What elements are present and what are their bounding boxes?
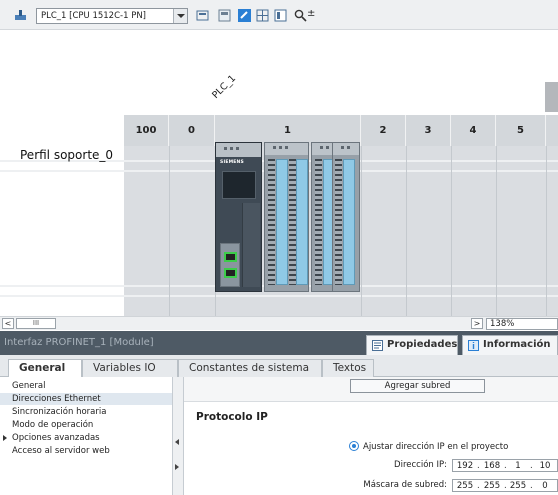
nav-item-modo-operacion[interactable]: Modo de operación bbox=[0, 419, 172, 431]
scroll-right-button[interactable]: > bbox=[471, 318, 483, 329]
slot-number: 4 bbox=[451, 115, 496, 146]
grid-icon[interactable] bbox=[256, 9, 269, 22]
slot-divider bbox=[169, 146, 170, 319]
info-icon bbox=[468, 340, 479, 351]
device-select-value: PLC_1 [CPU 1512C-1 PN] bbox=[41, 11, 147, 21]
slot-number: 3 bbox=[406, 115, 451, 146]
radio-label: Ajustar dirección IP en el proyecto bbox=[363, 442, 509, 452]
inspector-sub-tabs: General Variables IO Constantes de siste… bbox=[0, 355, 558, 378]
nav-item-servidor-web[interactable]: Acceso al servidor web bbox=[0, 445, 172, 457]
slot-number: 100 bbox=[124, 115, 169, 146]
scroll-marker-icon bbox=[175, 439, 179, 445]
zoom-toggle-glyph[interactable]: ± bbox=[307, 8, 315, 19]
nav-item-opciones-avanzadas[interactable]: Opciones avanzadas bbox=[0, 432, 172, 444]
tab-propiedades[interactable]: Propiedades bbox=[366, 335, 458, 355]
device-select[interactable]: PLC_1 [CPU 1512C-1 PN] bbox=[36, 8, 188, 24]
expand-arrow-icon[interactable] bbox=[3, 435, 7, 441]
cpu-display bbox=[222, 171, 256, 199]
inspector-title: Interfaz PROFINET_1 [Module] bbox=[4, 337, 154, 348]
canvas-horizontal-scrollbar[interactable]: < III > 138% bbox=[0, 316, 558, 330]
show-tags-icon[interactable] bbox=[238, 9, 251, 22]
rack-name: Perfil soporte_0 bbox=[20, 148, 114, 162]
subnet-mask-label: Máscara de subred: bbox=[363, 480, 447, 490]
set-ip-in-project-radio[interactable] bbox=[349, 441, 359, 451]
tab-label: Información bbox=[483, 339, 551, 350]
slot-number: 5 bbox=[496, 115, 546, 146]
rail-line bbox=[0, 170, 124, 172]
collapsed-panel-marker bbox=[545, 82, 558, 112]
device-label: PLC_1 bbox=[210, 73, 239, 101]
ip-address-label: Dirección IP: bbox=[394, 460, 447, 470]
slot-number: 0 bbox=[169, 115, 215, 146]
add-subnet-button[interactable]: Agregar subred bbox=[350, 379, 485, 393]
rail-line bbox=[124, 295, 558, 297]
zoom-icon[interactable] bbox=[294, 9, 307, 22]
ip-address-field[interactable]: 192. 168. 1. 10 bbox=[452, 459, 558, 472]
scroll-marker-icon bbox=[175, 464, 179, 470]
device-view-canvas[interactable]: PLC_1 100 0 1 2 3 4 5 Perfil soporte_0 S… bbox=[0, 30, 558, 319]
nav-item-direcciones-ethernet[interactable]: Direcciones Ethernet bbox=[0, 393, 172, 405]
scroll-left-button[interactable]: < bbox=[2, 318, 14, 329]
slot-divider bbox=[361, 146, 362, 319]
zoom-level[interactable]: 138% bbox=[486, 318, 558, 330]
inspector-content: Agregar subred Protocolo IP Ajustar dire… bbox=[184, 377, 558, 495]
page-break-icon[interactable] bbox=[274, 9, 287, 22]
ethernet-port-icon[interactable] bbox=[224, 252, 237, 262]
tab-textos[interactable]: Textos bbox=[322, 359, 374, 377]
chevron-down-icon[interactable] bbox=[173, 9, 187, 23]
network-device-icon[interactable] bbox=[14, 9, 27, 22]
scroll-thumb[interactable]: III bbox=[16, 318, 56, 329]
navigation-scrollbar[interactable] bbox=[173, 377, 184, 495]
inspector-title-bar: Interfaz PROFINET_1 [Module] Propiedades… bbox=[0, 331, 558, 355]
slot-divider bbox=[451, 146, 452, 319]
tab-variables-io[interactable]: Variables IO bbox=[82, 359, 178, 377]
io-module[interactable] bbox=[264, 142, 309, 292]
module-top-cover bbox=[216, 143, 261, 157]
module-overview-icon[interactable] bbox=[218, 9, 231, 22]
cpu-brand-label: SIEMENS bbox=[220, 160, 244, 165]
subnet-mask-field[interactable]: 255. 255. 255. 0 bbox=[452, 479, 558, 492]
editor-toolbar: PLC_1 [CPU 1512C-1 PN] ± bbox=[0, 0, 558, 30]
tab-informacion[interactable]: Información bbox=[462, 335, 558, 355]
ip-protocol-section: Protocolo IP Ajustar dirección IP en el … bbox=[184, 401, 558, 495]
ethernet-port-icon[interactable] bbox=[224, 268, 237, 278]
inspector-navigation: General Direcciones Ethernet Sincronizac… bbox=[0, 377, 173, 495]
slot-divider bbox=[546, 146, 547, 319]
io-module[interactable] bbox=[332, 142, 360, 292]
device-properties-icon[interactable] bbox=[196, 9, 209, 22]
cpu-front-door bbox=[242, 203, 260, 287]
slot-divider bbox=[406, 146, 407, 319]
nav-item-label: Opciones avanzadas bbox=[12, 433, 100, 443]
cpu-module[interactable]: SIEMENS bbox=[215, 142, 262, 292]
properties-icon bbox=[372, 340, 383, 351]
ethernet-ports bbox=[220, 243, 240, 287]
nav-item-general[interactable]: General bbox=[0, 380, 172, 392]
tab-general[interactable]: General bbox=[8, 359, 82, 378]
rail-line bbox=[0, 285, 124, 287]
section-title: Protocolo IP bbox=[196, 411, 268, 423]
tab-label: Propiedades bbox=[387, 339, 458, 350]
slot-divider bbox=[496, 146, 497, 319]
slot-number: 2 bbox=[361, 115, 406, 146]
rail-line bbox=[0, 295, 124, 297]
tab-constantes-sistema[interactable]: Constantes de sistema bbox=[178, 359, 322, 377]
nav-item-sincronizacion[interactable]: Sincronización horaria bbox=[0, 406, 172, 418]
